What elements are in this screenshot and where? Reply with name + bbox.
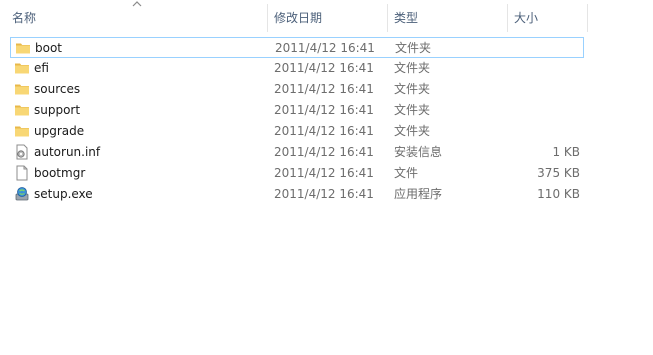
folder-icon <box>14 60 30 76</box>
column-header-date-label: 修改日期 <box>274 11 323 25</box>
file-size: 375 KB <box>537 166 580 180</box>
file-name: boot <box>35 41 63 55</box>
file-name: support <box>34 103 81 117</box>
folder-icon <box>14 123 30 139</box>
file-date-modified: 2011/4/12 16:41 <box>274 145 374 159</box>
column-divider[interactable] <box>587 4 588 32</box>
setup-app-icon <box>14 186 30 202</box>
file-row[interactable]: boot 2011/4/12 16:41 文件夹 <box>10 37 584 58</box>
file-type: 应用程序 <box>394 187 443 201</box>
column-header-type-label: 类型 <box>394 11 419 25</box>
file-date-modified: 2011/4/12 16:41 <box>274 103 374 117</box>
file-date-modified: 2011/4/12 16:41 <box>275 41 375 55</box>
blank-file-icon <box>14 165 30 181</box>
column-header-size-label: 大小 <box>514 11 539 25</box>
file-name: upgrade <box>34 124 85 138</box>
file-row[interactable]: support 2011/4/12 16:41 文件夹 <box>10 100 584 121</box>
file-type: 文件 <box>394 166 419 180</box>
file-name: efi <box>34 61 49 75</box>
file-name: setup.exe <box>34 187 93 201</box>
sort-up-arrow-icon <box>132 1 142 7</box>
file-name: sources <box>34 82 81 96</box>
file-type: 安装信息 <box>394 145 443 159</box>
file-type: 文件夹 <box>394 82 431 96</box>
column-header-name[interactable]: 名称 <box>0 0 268 34</box>
file-name: bootmgr <box>34 166 86 180</box>
folder-icon <box>14 81 30 97</box>
file-row[interactable]: autorun.inf 2011/4/12 16:41 安装信息 1 KB <box>10 142 584 163</box>
file-size: 1 KB <box>552 145 580 159</box>
file-date-modified: 2011/4/12 16:41 <box>274 124 374 138</box>
column-header-size[interactable]: 大小 <box>508 0 588 34</box>
file-size: 110 KB <box>537 187 580 201</box>
file-date-modified: 2011/4/12 16:41 <box>274 61 374 75</box>
file-type: 文件夹 <box>394 61 431 75</box>
folder-icon <box>15 40 31 56</box>
file-type: 文件夹 <box>394 124 431 138</box>
column-header-date[interactable]: 修改日期 <box>268 0 388 34</box>
file-date-modified: 2011/4/12 16:41 <box>274 82 374 96</box>
file-row[interactable]: setup.exe 2011/4/12 16:41 应用程序 110 KB <box>10 184 584 205</box>
file-date-modified: 2011/4/12 16:41 <box>274 187 374 201</box>
file-row[interactable]: bootmgr 2011/4/12 16:41 文件 375 KB <box>10 163 584 184</box>
file-date-modified: 2011/4/12 16:41 <box>274 166 374 180</box>
settings-file-icon <box>14 144 30 160</box>
file-type: 文件夹 <box>394 103 431 117</box>
file-name: autorun.inf <box>34 145 101 159</box>
file-type: 文件夹 <box>395 41 432 55</box>
file-row[interactable]: sources 2011/4/12 16:41 文件夹 <box>10 79 584 100</box>
file-row[interactable]: upgrade 2011/4/12 16:41 文件夹 <box>10 121 584 142</box>
column-header-name-label: 名称 <box>12 11 37 25</box>
folder-icon <box>14 102 30 118</box>
column-header-bar: 名称 修改日期 类型 大小 <box>0 0 590 34</box>
file-row[interactable]: efi 2011/4/12 16:41 文件夹 <box>10 58 584 79</box>
column-header-type[interactable]: 类型 <box>388 0 508 34</box>
